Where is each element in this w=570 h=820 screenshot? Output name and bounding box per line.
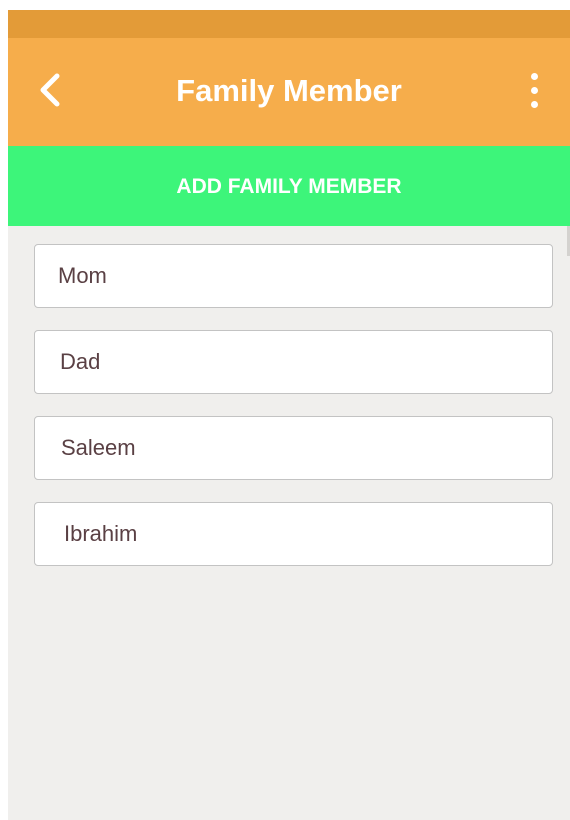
member-item-saleem[interactable]: Saleem	[34, 416, 553, 480]
member-name: Mom	[58, 263, 107, 288]
member-item-mom[interactable]: Mom	[34, 244, 553, 308]
member-name: Ibrahim	[64, 521, 138, 546]
member-name: Saleem	[61, 435, 136, 460]
more-vertical-icon	[530, 72, 538, 80]
add-family-member-button[interactable]: ADD FAMILY MEMBER	[8, 146, 570, 226]
status-bar	[8, 10, 570, 38]
overflow-menu-button[interactable]	[520, 68, 548, 112]
member-item-dad[interactable]: Dad	[34, 330, 553, 394]
app-screen: Family Member ADD FAMILY MEMBER Mom Dad …	[8, 10, 570, 820]
member-name: Dad	[60, 349, 101, 374]
page-title: Family Member	[176, 73, 402, 108]
app-bar: Family Member	[8, 38, 570, 146]
member-list: Mom Dad Saleem Ibrahim	[8, 226, 570, 566]
member-item-ibrahim[interactable]: Ibrahim	[34, 502, 553, 566]
